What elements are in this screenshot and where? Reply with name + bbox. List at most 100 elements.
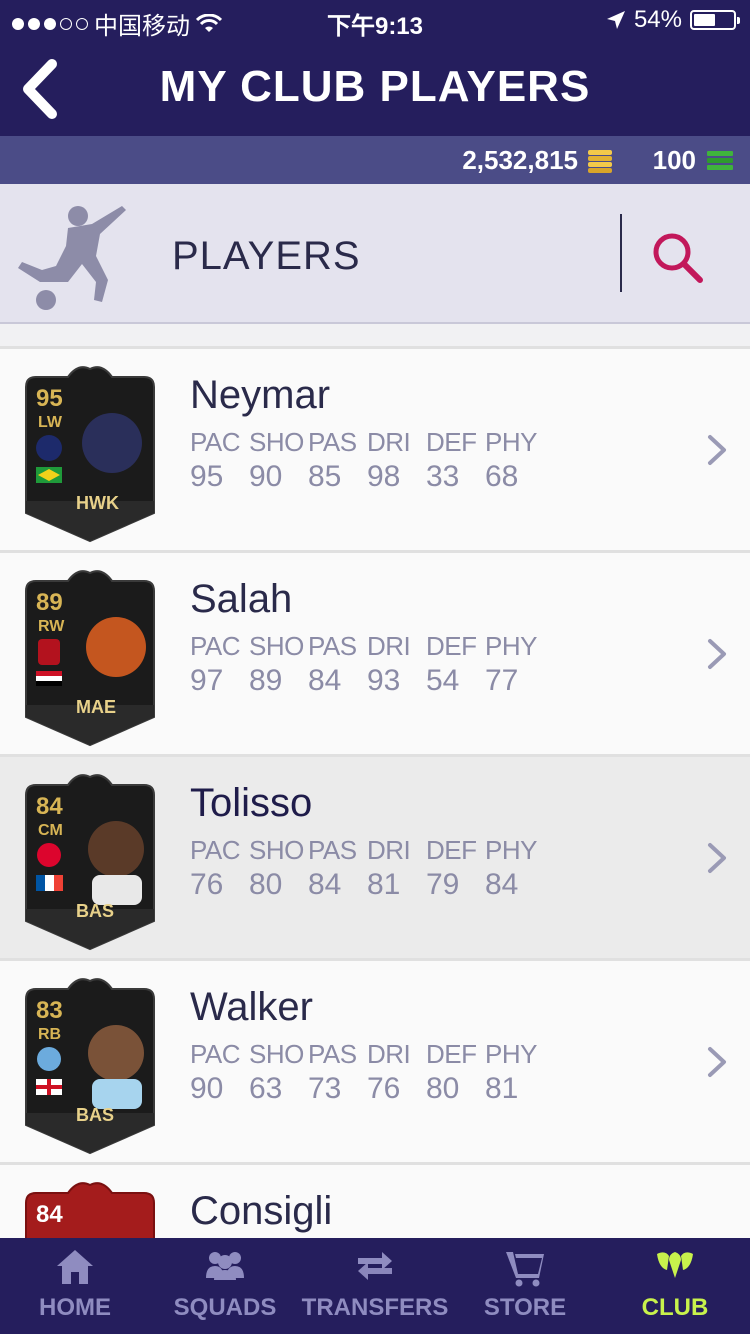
stat-value: 81: [485, 1072, 519, 1105]
player-rating: 84: [36, 1201, 63, 1228]
player-name: Walker: [190, 985, 313, 1029]
player-position: CM: [38, 822, 63, 839]
status-bar: 中国移动 下午9:13 54%: [0, 0, 750, 40]
player-stats: PAC 76 SHO 80 PAS 84 DRI 81 DEF 79 PHY 84: [190, 835, 544, 902]
stat-value: 76: [190, 868, 224, 901]
player-row[interactable]: 83 RB BAS Walker PAC 90 SHO 63 PAS 73 DRI 76…: [0, 958, 750, 1162]
chevron-right-icon[interactable]: [706, 841, 728, 875]
stat-label: PAS: [308, 427, 357, 457]
chevron-right-icon[interactable]: [706, 1045, 728, 1079]
nav-home[interactable]: HOME: [0, 1238, 150, 1334]
stat-value: 84: [308, 868, 342, 901]
stat-label: SHO: [249, 1039, 304, 1069]
app-header: MY CLUB PLAYERS: [0, 40, 750, 136]
stat-label: PAS: [308, 1039, 357, 1069]
stat-value: 98: [367, 460, 401, 493]
stat-label: DRI: [367, 631, 411, 661]
stat-label: SHO: [249, 427, 304, 457]
nav-transfers-label: TRANSFERS: [301, 1294, 449, 1321]
nav-store-label: STORE: [483, 1294, 567, 1321]
player-list[interactable]: 95 LW HWK Neymar PAC 95 SHO 90 PAS 85 DRI 98…: [0, 346, 750, 1334]
players-title: PLAYERS: [172, 234, 361, 278]
points-icon: [707, 150, 733, 170]
player-name: Salah: [190, 577, 293, 621]
nav-transfers[interactable]: TRANSFERS: [300, 1238, 450, 1334]
nav-store[interactable]: STORE: [450, 1238, 600, 1334]
stat-value: 90: [249, 460, 283, 493]
player-row[interactable]: 89 RW MAE Salah PAC 97 SHO 89 PAS 84 DRI 93 …: [0, 550, 750, 754]
stat-value: 68: [485, 460, 519, 493]
stat-value: 81: [367, 868, 401, 901]
player-card: 84 CM BAS: [20, 771, 160, 951]
chevron-right-icon[interactable]: [706, 433, 728, 467]
stat-value: 73: [308, 1072, 342, 1105]
player-row[interactable]: 84 CM BAS Tolisso PAC 76 SHO 80 PAS 84 DRI 8…: [0, 754, 750, 958]
location-arrow-icon: [606, 11, 625, 29]
player-card: 83 RB BAS: [20, 975, 160, 1155]
chevron-right-icon[interactable]: [706, 637, 728, 671]
stat-label: PAS: [308, 631, 357, 661]
stat-label: DEF: [426, 631, 477, 661]
player-name: Neymar: [190, 373, 331, 417]
stat-label: DRI: [367, 835, 411, 865]
player-position: RB: [38, 1026, 62, 1043]
stat-value: 89: [249, 664, 283, 697]
stat-label: PAC: [190, 1039, 241, 1069]
player-stats: PAC 97 SHO 89 PAS 84 DRI 93 DEF 54 PHY 77: [190, 631, 544, 698]
stat-value: 80: [249, 868, 283, 901]
player-rating: 83: [36, 997, 63, 1024]
stat-label: DEF: [426, 427, 477, 457]
header-divider: [620, 214, 622, 292]
stat-value: 95: [190, 460, 224, 493]
currency-bar: 2,532,815 100: [0, 136, 750, 184]
player-silhouette-icon: [18, 206, 126, 310]
stat-value: 80: [426, 1072, 460, 1105]
player-name: Consigli: [190, 1189, 333, 1233]
page-title: MY CLUB PLAYERS: [159, 62, 591, 111]
stat-label: PHY: [485, 427, 537, 457]
search-button[interactable]: [650, 230, 706, 286]
player-card: 89 RW MAE: [20, 567, 160, 747]
stat-value: 63: [249, 1072, 283, 1105]
stat-value: 33: [426, 460, 460, 493]
club-icon: [657, 1252, 693, 1278]
nav-squads-label: SQUADS: [173, 1294, 277, 1321]
cart-icon: [506, 1252, 544, 1287]
player-name: Tolisso: [190, 781, 313, 825]
points-amount: 100: [652, 145, 696, 175]
stat-label: PAC: [190, 835, 241, 865]
stat-value: 84: [308, 664, 342, 697]
player-position: LW: [38, 414, 62, 431]
chem-style: BAS: [76, 1105, 115, 1125]
stat-value: 76: [367, 1072, 401, 1105]
stat-value: 93: [367, 664, 401, 697]
status-right: 54%: [606, 6, 740, 34]
stat-value: 97: [190, 664, 224, 697]
player-rating: 89: [36, 589, 63, 616]
nav-club[interactable]: CLUB: [600, 1238, 750, 1334]
stat-value: 90: [190, 1072, 224, 1105]
stat-label: PHY: [485, 631, 537, 661]
stat-label: DRI: [367, 427, 411, 457]
nav-club-label: CLUB: [641, 1294, 709, 1321]
stat-label: PAC: [190, 631, 241, 661]
coins-amount: 2,532,815: [462, 145, 578, 175]
player-card: 95 LW HWK: [20, 363, 160, 543]
player-stats: PAC 90 SHO 63 PAS 73 DRI 76 DEF 80 PHY 81: [190, 1039, 544, 1106]
player-rating: 95: [36, 385, 63, 412]
player-row[interactable]: 95 LW HWK Neymar PAC 95 SHO 90 PAS 85 DRI 98…: [0, 346, 750, 550]
stat-value: 85: [308, 460, 342, 493]
player-position: RW: [38, 618, 65, 635]
stat-label: PHY: [485, 1039, 537, 1069]
nav-squads[interactable]: SQUADS: [150, 1238, 300, 1334]
coins-icon: [588, 149, 612, 173]
transfers-icon: [358, 1252, 392, 1280]
players-section-header: PLAYERS: [0, 184, 750, 324]
chem-style: HWK: [76, 493, 119, 513]
stat-label: DEF: [426, 835, 477, 865]
stat-value: 79: [426, 868, 460, 901]
home-icon: [57, 1250, 93, 1284]
stat-value: 84: [485, 868, 519, 901]
chem-style: BAS: [76, 901, 115, 921]
coins-balance: 2,532,815: [462, 145, 614, 176]
